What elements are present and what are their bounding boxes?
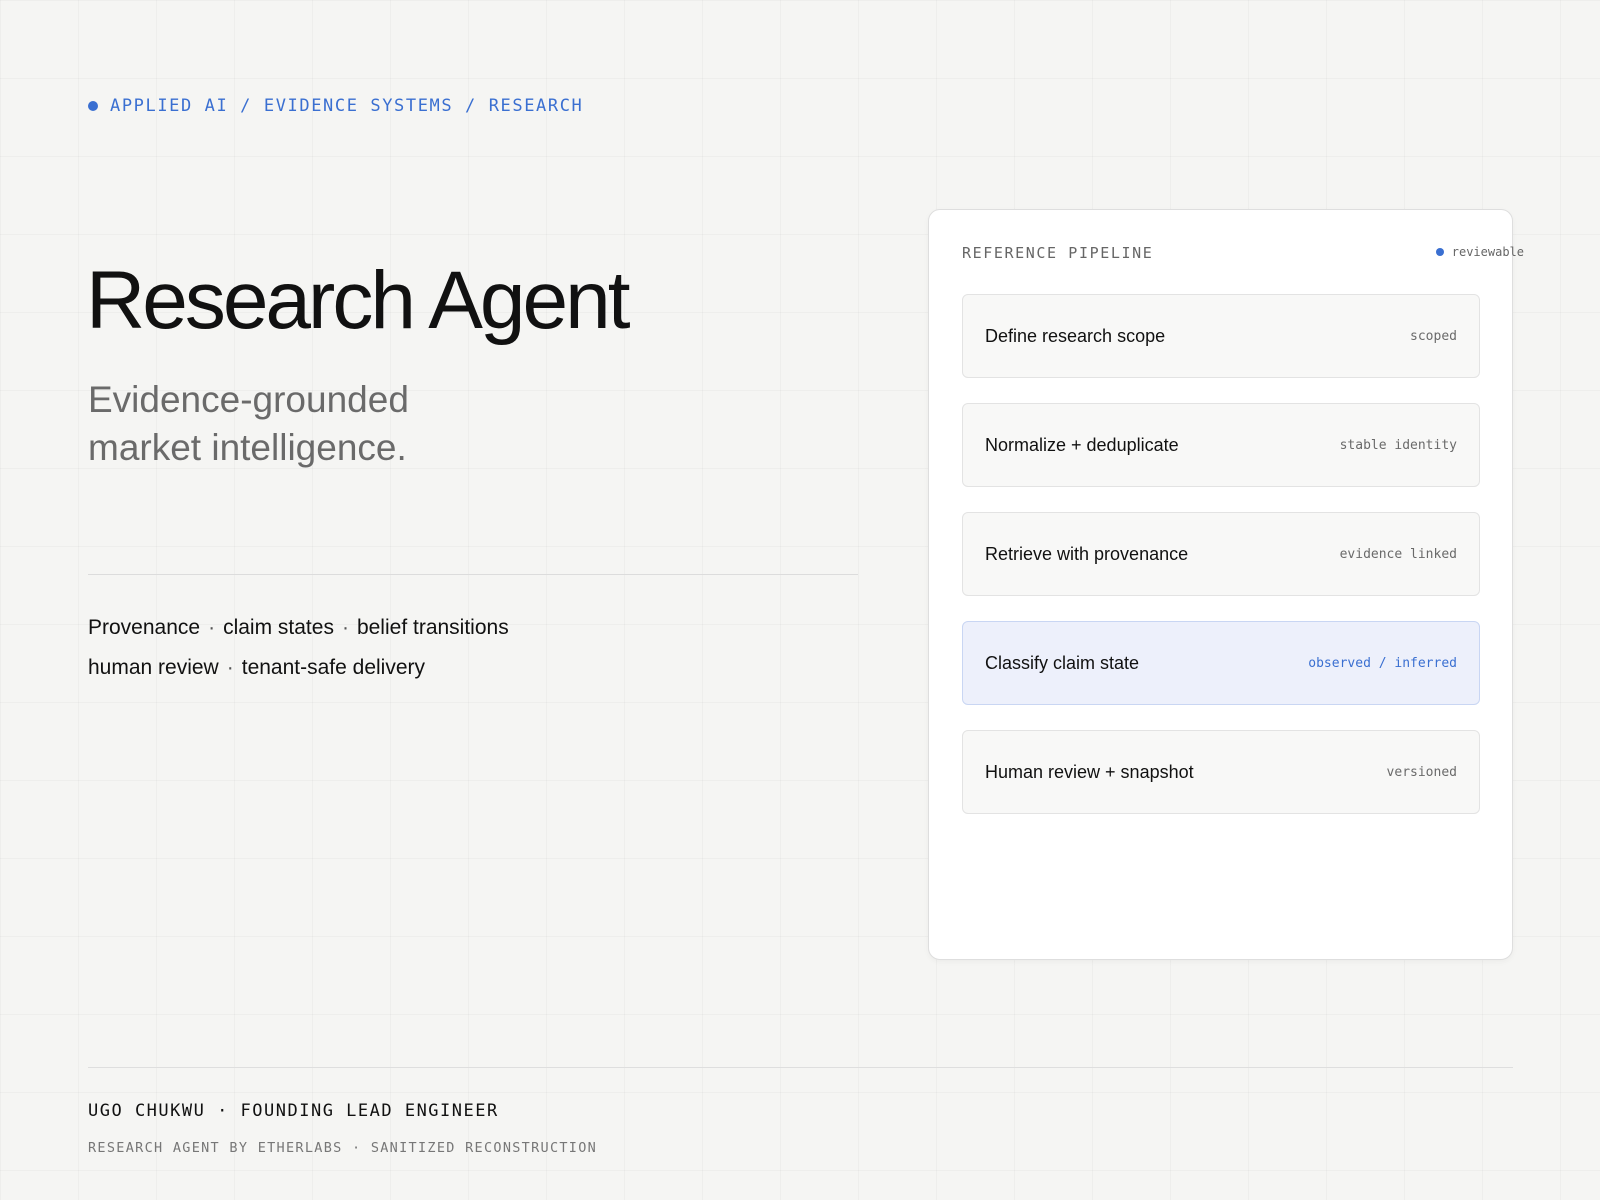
status-label: reviewable xyxy=(1451,245,1524,259)
tag: Provenance xyxy=(88,616,201,639)
step-label: Classify claim state xyxy=(985,652,1140,673)
tag: human review xyxy=(88,656,219,679)
feature-tags: Provenance · claim states · belief transitio… xyxy=(88,608,509,688)
page-subtitle: Evidence-grounded market intelligence. xyxy=(88,376,409,472)
step-label: Human review + snapshot xyxy=(985,761,1194,782)
footer-divider xyxy=(88,1067,1513,1068)
tag: tenant-safe delivery xyxy=(241,656,426,679)
pipeline-step-retrieve[interactable]: Retrieve with provenance evidence linked xyxy=(962,512,1480,596)
step-state: observed / inferred xyxy=(1308,655,1457,671)
pipeline-panel: REFERENCE PIPELINE reviewable Define res… xyxy=(928,209,1524,960)
tag: belief transitions xyxy=(356,616,509,639)
accent-dot-icon xyxy=(88,101,98,111)
step-state: versioned xyxy=(1386,764,1457,780)
section-divider xyxy=(88,574,858,575)
breadcrumb-text: APPLIED AI / EVIDENCE SYSTEMS / RESEARCH xyxy=(110,96,584,116)
tag-line-1: Provenance · claim states · belief transitio… xyxy=(88,608,509,648)
step-label: Retrieve with provenance xyxy=(985,543,1189,564)
footer-credit: RESEARCH AGENT BY ETHERLABS · SANITIZED … xyxy=(88,1140,598,1156)
pipeline-step-review[interactable]: Human review + snapshot versioned xyxy=(962,730,1480,814)
pipeline-status: reviewable xyxy=(1435,245,1524,259)
subtitle-line-1: Evidence-grounded xyxy=(88,379,409,420)
page-title: Research Agent xyxy=(86,255,630,346)
step-label: Normalize + deduplicate xyxy=(985,434,1179,455)
pipeline-heading: REFERENCE PIPELINE xyxy=(962,244,1154,262)
tag-separator: · xyxy=(226,656,234,679)
step-state: stable identity xyxy=(1339,437,1457,453)
pipeline-step-normalize[interactable]: Normalize + deduplicate stable identity xyxy=(962,403,1480,487)
tag-separator: · xyxy=(208,616,216,639)
subtitle-line-2: market intelligence. xyxy=(88,427,407,468)
step-label: Define research scope xyxy=(985,325,1166,346)
pipeline-step-scope[interactable]: Define research scope scoped xyxy=(962,294,1480,378)
tag-line-2: human review · tenant-safe delivery xyxy=(88,648,509,688)
step-state: evidence linked xyxy=(1339,546,1457,562)
status-dot-icon xyxy=(1435,248,1444,256)
page: APPLIED AI / EVIDENCE SYSTEMS / RESEARCH… xyxy=(0,0,1600,1200)
tag-separator: · xyxy=(341,616,349,639)
step-state: scoped xyxy=(1410,328,1457,344)
breadcrumb: APPLIED AI / EVIDENCE SYSTEMS / RESEARCH xyxy=(88,96,583,116)
tag: claim states xyxy=(223,616,334,639)
footer-author: UGO CHUKWU · FOUNDING LEAD ENGINEER xyxy=(88,1101,499,1121)
pipeline-step-classify[interactable]: Classify claim state observed / inferred xyxy=(962,621,1480,705)
